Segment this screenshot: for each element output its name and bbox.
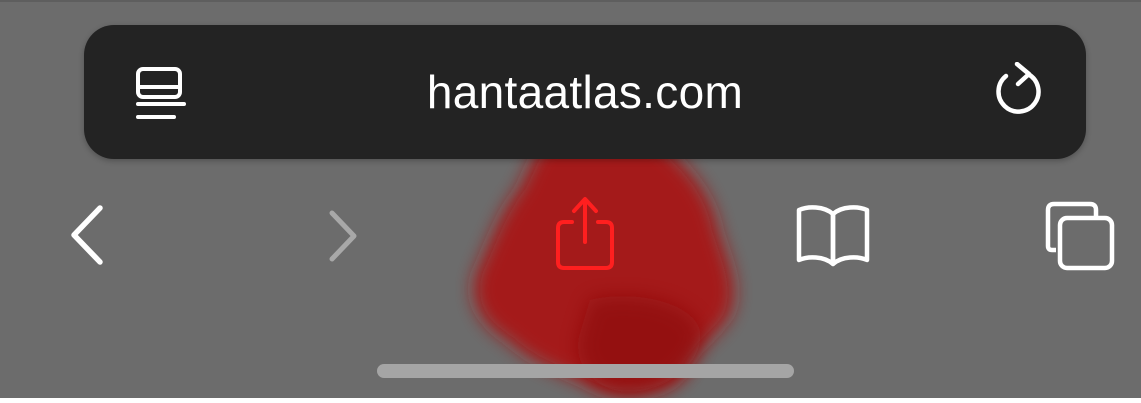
- back-button[interactable]: [62, 200, 118, 270]
- tabs-icon: [1045, 201, 1115, 271]
- bottom-edge: [0, 398, 1141, 403]
- reader-view-icon[interactable]: [130, 65, 188, 123]
- share-button[interactable]: [550, 192, 620, 274]
- reload-icon[interactable]: [990, 62, 1050, 122]
- toolbar-top-edge: [0, 0, 1141, 2]
- browser-toolbar: hantaatlas.com: [0, 0, 1141, 403]
- book-icon: [796, 205, 870, 267]
- forward-button[interactable]: [318, 205, 368, 267]
- address-bar[interactable]: hantaatlas.com: [84, 25, 1086, 159]
- bookmarks-button[interactable]: [792, 200, 874, 270]
- chevron-right-icon: [329, 210, 357, 262]
- share-icon: [556, 197, 614, 270]
- home-indicator[interactable]: [377, 364, 794, 378]
- tabs-button[interactable]: [1040, 198, 1120, 274]
- chevron-left-icon: [71, 205, 103, 265]
- url-text[interactable]: hantaatlas.com: [84, 25, 1086, 159]
